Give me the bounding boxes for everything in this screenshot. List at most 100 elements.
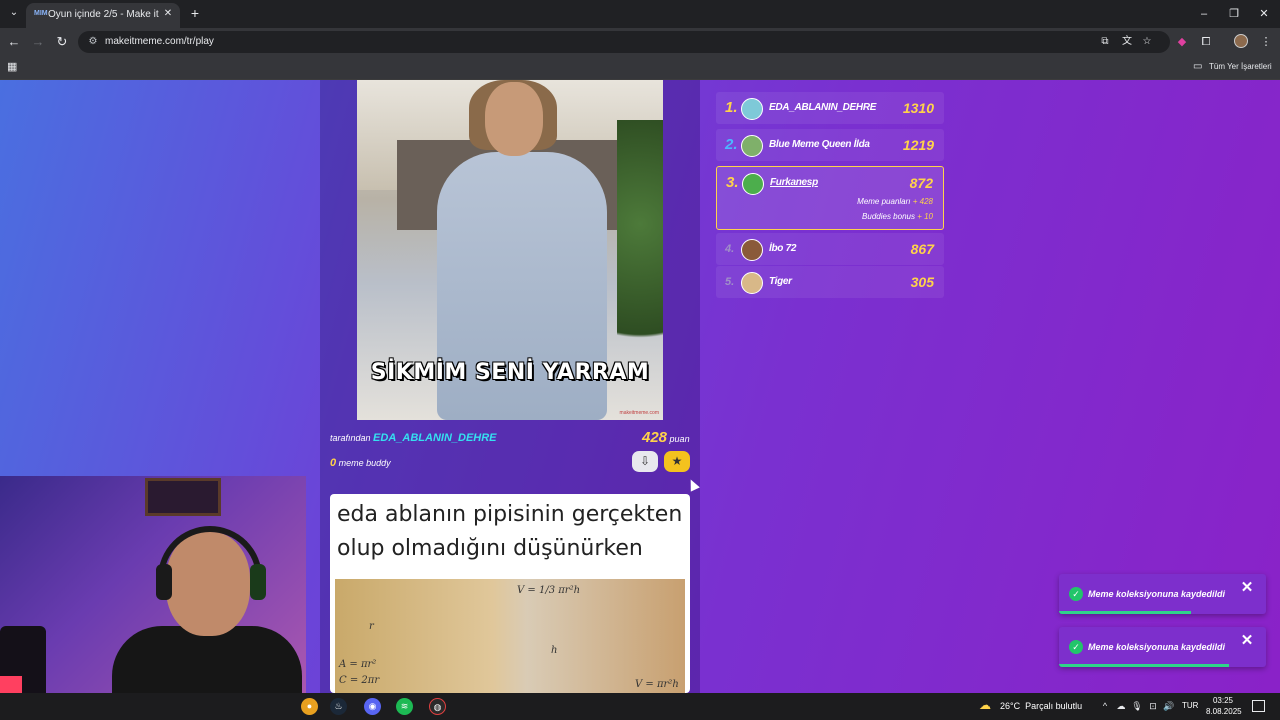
meme-watermark: makeitmeme.com — [619, 410, 659, 416]
tab-close-icon[interactable]: ✕ — [162, 8, 174, 20]
volume-icon[interactable]: 🔊 — [1163, 700, 1175, 712]
bookmark-star-icon[interactable]: ☆ — [1140, 35, 1154, 49]
check-icon: ✓ — [1069, 587, 1083, 601]
folder-icon[interactable]: ▭ — [1193, 61, 1205, 73]
toast-progress — [1059, 611, 1192, 614]
notification-center-icon[interactable] — [1252, 700, 1265, 712]
onedrive-icon[interactable]: ☁ — [1115, 700, 1127, 712]
install-app-icon[interactable]: ⧉ — [1098, 35, 1112, 49]
microphone-icon[interactable]: 🎙 — [1131, 700, 1143, 712]
headset — [158, 526, 262, 596]
avatar — [741, 135, 763, 157]
buddy-label: meme buddy — [338, 458, 391, 468]
system-clock[interactable]: 03:25 8.08.2025 — [1206, 695, 1242, 717]
restore-icon[interactable]: ❐ — [1226, 6, 1242, 22]
streamer-webcam — [0, 476, 306, 720]
language-indicator[interactable]: TUR — [1182, 701, 1198, 710]
meme2-text: eda ablanın pipisinin gerçekten olup olm… — [337, 502, 683, 561]
steam-taskbar-icon[interactable]: ♨ — [330, 698, 347, 715]
math-label: r — [369, 621, 374, 632]
weather-icon[interactable]: ☁ — [979, 698, 995, 714]
url-text: makeitmeme.com/tr/play — [105, 36, 214, 47]
confused-lady-image: V = 1/3 πr²h A = πr² C = 2πr V = πr²h h … — [335, 579, 685, 693]
back-icon[interactable]: ← — [6, 34, 22, 50]
math-label: C = 2πr — [339, 675, 380, 686]
chrome-taskbar-icon[interactable]: ● — [301, 698, 318, 715]
new-tab-icon[interactable]: + — [188, 6, 202, 20]
spotify-taskbar-icon[interactable]: ≋ — [396, 698, 413, 715]
check-icon: ✓ — [1069, 640, 1083, 654]
leaderboard-row[interactable]: 2. Blue Meme Queen İlda 1219 — [716, 129, 944, 161]
extension-icon[interactable]: ◆ — [1174, 34, 1190, 50]
player-name: Tiger — [769, 276, 792, 287]
rank: 3. — [726, 174, 739, 191]
player-score: 867 — [910, 241, 934, 257]
meme-byline: tarafından EDA_ABLANIN_DEHRE — [330, 432, 497, 444]
chrome-menu-icon[interactable]: ⋮ — [1258, 34, 1274, 50]
weather-widget[interactable]: 26°C Parçalı bulutlu — [1000, 701, 1082, 711]
player-name: Blue Meme Queen İlda — [769, 139, 870, 150]
all-bookmarks-link[interactable]: Tüm Yer İşaretleri — [1209, 62, 1272, 71]
extensions-puzzle-icon[interactable]: ⧠ — [1198, 34, 1214, 50]
window-close-icon[interactable]: ✕ — [1256, 6, 1272, 22]
leaderboard-row[interactable]: 4. İbo 72 867 — [716, 233, 944, 265]
avatar — [742, 173, 764, 195]
player-name: EDA_ABLANIN_DEHRE — [769, 102, 877, 113]
math-label: h — [551, 645, 558, 656]
tab-search-icon[interactable]: ⌄ — [6, 5, 22, 21]
rank: 5. — [725, 276, 735, 288]
leaderboard: 1. EDA_ABLANIN_DEHRE 1310 2. Blue Meme Q… — [716, 92, 948, 304]
reload-icon[interactable]: ↻ — [54, 34, 70, 50]
makeitmeme-favicon-icon: MIM — [34, 10, 48, 17]
toast-message: Meme koleksiyonuna kaydedildi — [1088, 642, 1226, 652]
leaderboard-row-current-player[interactable]: 3. Furkanesp 872 Meme puanları + 428 Bud… — [716, 166, 944, 230]
close-icon[interactable]: ✕ — [1240, 633, 1254, 648]
math-label: A = πr² — [339, 659, 377, 670]
byline-prefix: tarafından — [330, 433, 371, 443]
leaderboard-row[interactable]: 5. Tiger 305 — [716, 266, 944, 298]
tray-chevron-icon[interactable]: ^ — [1099, 700, 1111, 712]
discord-taskbar-icon[interactable]: ◉ — [364, 698, 381, 715]
profile-avatar[interactable] — [1234, 34, 1248, 48]
site-info-icon[interactable]: ⚙ — [86, 35, 100, 49]
score-breakdown: Meme puanları + 428 — [857, 197, 933, 206]
address-bar[interactable]: ⚙ makeitmeme.com/tr/play ⧉ 文 ☆ — [78, 31, 1170, 53]
network-icon[interactable]: ⊡ — [1147, 700, 1159, 712]
toast-notification: ✓ Meme koleksiyonuna kaydedildi ✕ — [1059, 574, 1266, 614]
points-unit: puan — [669, 434, 690, 444]
forward-icon[interactable]: → — [30, 34, 46, 50]
player-score: 872 — [909, 175, 933, 191]
toast-progress — [1059, 664, 1229, 667]
meme-caption: SİKMİM SENİ YARRAM — [370, 360, 650, 385]
browser-tab[interactable]: MIM Oyun içinde 2/5 - Make it Meme ✕ — [26, 3, 180, 28]
meme-video[interactable]: SİKMİM SENİ YARRAM makeitmeme.com — [357, 80, 663, 420]
math-label: V = πr²h — [635, 679, 679, 690]
close-icon[interactable]: ✕ — [1240, 580, 1254, 595]
points-value: 428 — [642, 429, 668, 446]
meme-card-2[interactable]: eda ablanın pipisinin gerçekten olup olm… — [330, 494, 690, 693]
leaderboard-row[interactable]: 1. EDA_ABLANIN_DEHRE 1310 — [716, 92, 944, 124]
bookmarks-bar: ▦ ▭ Tüm Yer İşaretleri — [0, 56, 1280, 80]
apps-grid-icon[interactable]: ▦ — [7, 61, 19, 73]
rank: 2. — [725, 136, 738, 153]
meme-buddy: 0 meme buddy — [330, 457, 391, 469]
save-to-collection-button[interactable]: ★ — [664, 451, 690, 472]
rank: 1. — [725, 99, 738, 116]
avatar — [741, 98, 763, 120]
browser-toolbar: ← → ↻ ⚙ makeitmeme.com/tr/play ⧉ 文 ☆ ◆ ⧠… — [0, 28, 1280, 56]
obs-taskbar-icon[interactable]: ◍ — [429, 698, 446, 715]
player-score: 1219 — [902, 137, 934, 153]
rank: 4. — [725, 243, 735, 255]
share-button[interactable]: ⇩ — [632, 451, 658, 472]
meme-points: 428 puan — [642, 429, 690, 446]
score-breakdown: Buddies bonus + 10 — [862, 212, 933, 221]
buddy-count: 0 — [330, 457, 337, 469]
translate-icon[interactable]: 文 — [1120, 35, 1134, 49]
player-name: İbo 72 — [769, 243, 797, 254]
browser-tab-bar: ⌄ MIM Oyun içinde 2/5 - Make it Meme ✕ +… — [0, 0, 1280, 28]
toast-message: Meme koleksiyonuna kaydedildi — [1088, 589, 1226, 599]
minimize-icon[interactable]: – — [1196, 6, 1212, 22]
meme-author[interactable]: EDA_ABLANIN_DEHRE — [373, 432, 496, 444]
player-score: 305 — [910, 274, 934, 290]
windows-taskbar: ● ♨ ◉ ≋ ◍ ☁ 26°C Parçalı bulutlu ^ ☁ 🎙 ⊡… — [0, 693, 1280, 720]
